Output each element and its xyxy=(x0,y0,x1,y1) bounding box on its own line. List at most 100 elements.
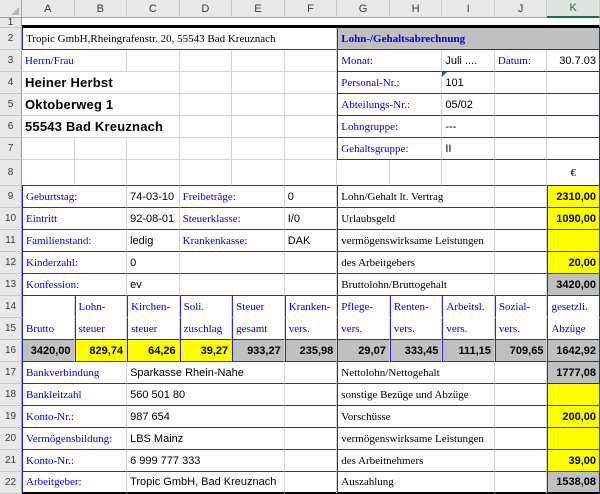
row-header-12[interactable]: 12 xyxy=(0,252,22,274)
empty-cell[interactable] xyxy=(495,230,548,252)
row-header-6[interactable]: 6 xyxy=(0,116,22,138)
empty-cell[interactable] xyxy=(285,384,338,406)
payroll-title-cell[interactable]: Lohn-/Gehaltsabrechnung xyxy=(337,28,600,50)
monat-value-cell[interactable]: Juli .... xyxy=(442,50,495,72)
abteilung-label-cell[interactable]: Abteilungs-Nr.: xyxy=(337,94,442,116)
column-header-G[interactable]: G xyxy=(337,0,390,18)
net-label-cell[interactable]: des Arbeitnehmers xyxy=(337,450,495,472)
empty-cell[interactable] xyxy=(180,274,285,296)
empty-cell[interactable] xyxy=(442,160,495,186)
empty-cell[interactable] xyxy=(285,450,338,472)
table-header-cell[interactable]: Lohn- xyxy=(75,296,128,318)
freibetraege-label-cell[interactable]: Freibeträge: xyxy=(180,186,285,208)
empty-cell[interactable] xyxy=(232,160,285,186)
net-value-cell[interactable]: 39,00 xyxy=(547,450,600,472)
empty-cell[interactable] xyxy=(495,472,548,494)
bank-value-cell[interactable]: Sparkasse Rhein-Nahe xyxy=(127,362,285,384)
row-header-13[interactable]: 13 xyxy=(0,274,22,296)
table-value-cell[interactable]: 39,27 xyxy=(180,340,233,362)
salutation-cell[interactable]: Herrn/Frau xyxy=(22,50,127,72)
column-header-B[interactable]: B xyxy=(75,0,128,18)
row-header-17[interactable]: 17 xyxy=(0,362,22,384)
personalnr-value-cell[interactable]: 101 xyxy=(442,72,495,94)
geburtstag-label-cell[interactable]: Geburtstag: xyxy=(22,186,127,208)
net-label-cell[interactable]: sonstige Bezüge und Abzüge xyxy=(337,384,495,406)
row-header-10[interactable]: 10 xyxy=(0,208,22,230)
row1-strip[interactable] xyxy=(22,18,600,28)
table-header-cell[interactable]: Kirchen- xyxy=(127,296,180,318)
datum-label-cell[interactable]: Datum: xyxy=(495,50,548,72)
empty-cell[interactable] xyxy=(180,138,233,160)
table-header-cell[interactable]: vers. xyxy=(285,318,338,340)
net-value-cell[interactable] xyxy=(547,384,600,406)
krankenkasse-label-cell[interactable]: Krankenkasse: xyxy=(180,230,285,252)
empty-cell[interactable] xyxy=(285,406,338,428)
freibetraege-value-cell[interactable]: 0 xyxy=(285,186,338,208)
table-header-cell[interactable]: Soli. xyxy=(180,296,233,318)
earnings-label-cell[interactable]: Urlaubsgeld xyxy=(337,208,495,230)
column-header-I[interactable]: I xyxy=(442,0,495,18)
table-value-cell[interactable]: 829,74 xyxy=(75,340,128,362)
net-label-cell[interactable]: Vorschüsse xyxy=(337,406,495,428)
empty-cell[interactable] xyxy=(75,138,128,160)
table-header-cell[interactable]: gesamt xyxy=(232,318,285,340)
empty-cell[interactable] xyxy=(180,116,233,138)
row-header-1[interactable]: 1 xyxy=(0,18,22,28)
table-header-cell[interactable]: Kranken- xyxy=(285,296,338,318)
row-header-8[interactable]: 8 xyxy=(0,160,22,186)
table-header-cell[interactable]: vers. xyxy=(442,318,495,340)
row-header-22[interactable]: 22 xyxy=(0,472,22,494)
table-header-cell[interactable]: Sozial- xyxy=(495,296,548,318)
empty-cell[interactable] xyxy=(495,428,548,450)
empty-cell[interactable] xyxy=(285,72,338,94)
table-header-cell[interactable]: zuschlag xyxy=(180,318,233,340)
familienstand-label-cell[interactable]: Familienstand: xyxy=(22,230,127,252)
empty-cell[interactable] xyxy=(495,384,548,406)
empty-cell[interactable] xyxy=(127,138,180,160)
table-header-cell[interactable]: steuer xyxy=(127,318,180,340)
empty-cell[interactable] xyxy=(232,50,285,72)
row-header-21[interactable]: 21 xyxy=(0,450,22,472)
konto-label-cell[interactable]: Konto-Nr.: xyxy=(22,450,127,472)
table-header-cell[interactable]: vers. xyxy=(390,318,443,340)
empty-cell[interactable] xyxy=(180,50,233,72)
empty-cell[interactable] xyxy=(232,94,285,116)
net-label-cell[interactable]: Nettolohn/Nettogehalt xyxy=(337,362,495,384)
auszahlung-label-cell[interactable]: Auszahlung xyxy=(337,472,495,494)
empty-cell[interactable] xyxy=(495,138,548,160)
empty-cell[interactable] xyxy=(232,116,285,138)
table-value-cell[interactable]: 64,26 xyxy=(127,340,180,362)
auszahlung-value-cell[interactable]: 1538,08 xyxy=(547,472,600,494)
employee-name-cell[interactable]: Heiner Herbst xyxy=(22,72,180,94)
empty-cell[interactable] xyxy=(495,116,548,138)
gehaltsgruppe-value-cell[interactable]: II xyxy=(442,138,495,160)
krankenkasse-value-cell[interactable]: DAK xyxy=(285,230,338,252)
vermoegensbildung-label-cell[interactable]: Vermögensbildung: xyxy=(22,428,127,450)
table-header-cell[interactable]: Renten- xyxy=(390,296,443,318)
empty-cell[interactable] xyxy=(495,186,548,208)
vermoegensbildung-value-cell[interactable]: LBS Mainz xyxy=(127,428,285,450)
empty-cell[interactable] xyxy=(495,72,548,94)
empty-cell[interactable] xyxy=(285,116,338,138)
select-all-corner[interactable] xyxy=(0,0,22,18)
column-header-C[interactable]: C xyxy=(127,0,180,18)
row-header-2[interactable]: 2 xyxy=(0,28,22,50)
brutto-total-value-cell[interactable]: 3420,00 xyxy=(547,274,600,296)
row-header-7[interactable]: 7 xyxy=(0,138,22,160)
brutto-total-label-cell[interactable]: Bruttolohn/Bruttogehalt xyxy=(337,274,495,296)
earnings-value-cell[interactable] xyxy=(547,230,600,252)
row-header-18[interactable]: 18 xyxy=(0,384,22,406)
employee-street-cell[interactable]: Oktoberweg 1 xyxy=(22,94,180,116)
empty-cell[interactable] xyxy=(547,138,600,160)
row-header-16[interactable]: 16 xyxy=(0,340,22,362)
konfession-label-cell[interactable]: Konfession: xyxy=(22,274,127,296)
empty-cell[interactable] xyxy=(495,406,548,428)
empty-cell[interactable] xyxy=(285,252,338,274)
empty-cell[interactable] xyxy=(495,160,548,186)
row-header-11[interactable]: 11 xyxy=(0,230,22,252)
empty-cell[interactable] xyxy=(495,362,548,384)
table-value-cell[interactable]: 709,65 xyxy=(495,340,548,362)
monat-label-cell[interactable]: Monat: xyxy=(337,50,442,72)
empty-cell[interactable] xyxy=(495,450,548,472)
empty-cell[interactable] xyxy=(285,50,338,72)
